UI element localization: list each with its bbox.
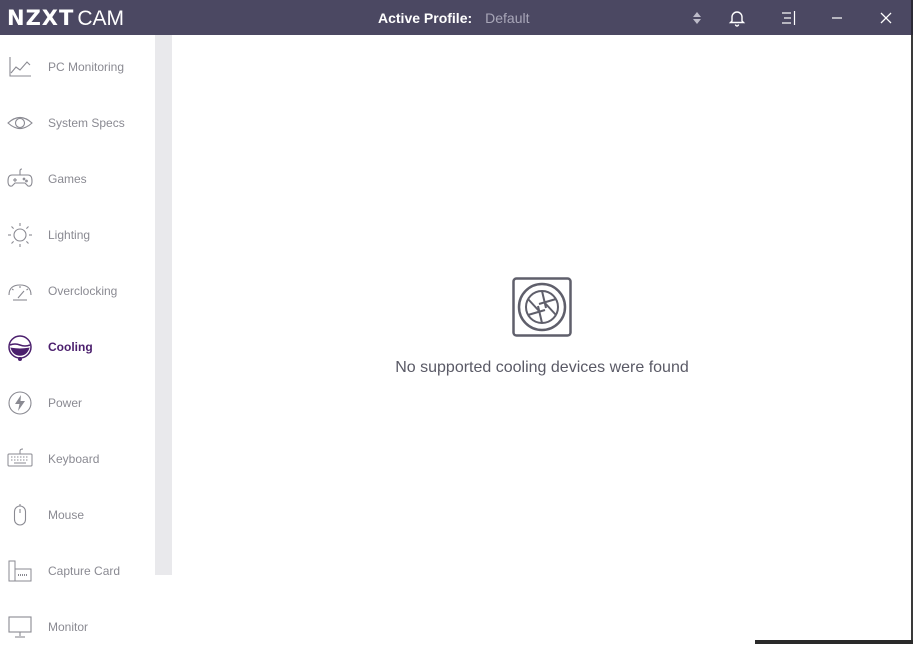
keyboard-icon: [7, 446, 33, 472]
minimize-icon: [832, 17, 842, 19]
monitor-icon: [7, 614, 33, 640]
logo-brand: NZXT: [7, 6, 75, 30]
capture-card-icon: [7, 558, 33, 584]
sidebar-item-system-specs[interactable]: System Specs: [0, 95, 155, 151]
sidebar-item-label: Overclocking: [48, 284, 118, 298]
logo-product: CAM: [77, 7, 124, 30]
sidebar-item-label: Keyboard: [48, 452, 100, 466]
sidebar-item-capture-card[interactable]: Capture Card: [0, 543, 155, 599]
fan-icon: [512, 277, 572, 337]
close-button[interactable]: [876, 8, 896, 28]
active-profile[interactable]: Active Profile: Default: [378, 10, 530, 26]
gamepad-icon: [7, 166, 33, 192]
sidebar-item-label: System Specs: [48, 116, 125, 130]
sidebar-item-label: Cooling: [48, 340, 93, 354]
bell-icon: [728, 11, 746, 27]
menu-button[interactable]: [778, 8, 798, 28]
mouse-icon: [7, 502, 33, 528]
sidebar-item-label: Monitor: [48, 620, 89, 634]
sidebar-item-lighting[interactable]: Lighting: [0, 207, 155, 263]
main-content: No supported cooling devices were found: [172, 35, 911, 644]
sidebar-item-cooling[interactable]: Cooling: [0, 319, 155, 375]
sun-icon: [7, 222, 33, 248]
sidebar-scrollbar[interactable]: [155, 35, 172, 575]
sidebar-item-label: Power: [48, 396, 83, 410]
lightning-icon: [7, 390, 33, 416]
profile-value[interactable]: Default: [485, 10, 529, 26]
gauge-icon: [7, 278, 33, 304]
menu-icon: [782, 11, 796, 25]
app-logo: NZXT CAM: [7, 6, 124, 30]
profile-switch-button[interactable]: [687, 8, 707, 28]
sidebar-item-label: Capture Card: [48, 564, 121, 578]
sidebar-item-keyboard[interactable]: Keyboard: [0, 431, 155, 487]
sort-updown-icon: [693, 12, 701, 24]
close-icon: [880, 12, 892, 24]
sidebar-item-pc-monitoring[interactable]: PC Monitoring: [0, 39, 155, 95]
notifications-button[interactable]: [727, 8, 747, 28]
sidebar-item-label: Games: [48, 172, 87, 186]
sidebar-item-overclocking[interactable]: Overclocking: [0, 263, 155, 319]
minimize-button[interactable]: [827, 8, 847, 28]
taskbar-edge: [755, 640, 913, 644]
sidebar-item-label: PC Monitoring: [48, 60, 125, 74]
sidebar-item-monitor[interactable]: Monitor: [0, 599, 155, 655]
eye-icon: [7, 110, 33, 136]
sidebar-item-power[interactable]: Power: [0, 375, 155, 431]
sidebar-item-label: Lighting: [48, 228, 91, 242]
profile-label: Active Profile:: [378, 10, 473, 26]
title-bar: NZXT CAM Active Profile: Default: [0, 0, 913, 35]
sidebar-item-games[interactable]: Games: [0, 151, 155, 207]
sidebar-nav: PC Monitoring System Specs Games Lightin…: [0, 35, 155, 644]
empty-state-message: No supported cooling devices were found: [395, 359, 689, 376]
sidebar-item-mouse[interactable]: Mouse: [0, 487, 155, 543]
line-chart-icon: [7, 54, 33, 80]
sidebar-item-label: Mouse: [48, 508, 85, 522]
active-indicator-dot: [18, 357, 22, 361]
